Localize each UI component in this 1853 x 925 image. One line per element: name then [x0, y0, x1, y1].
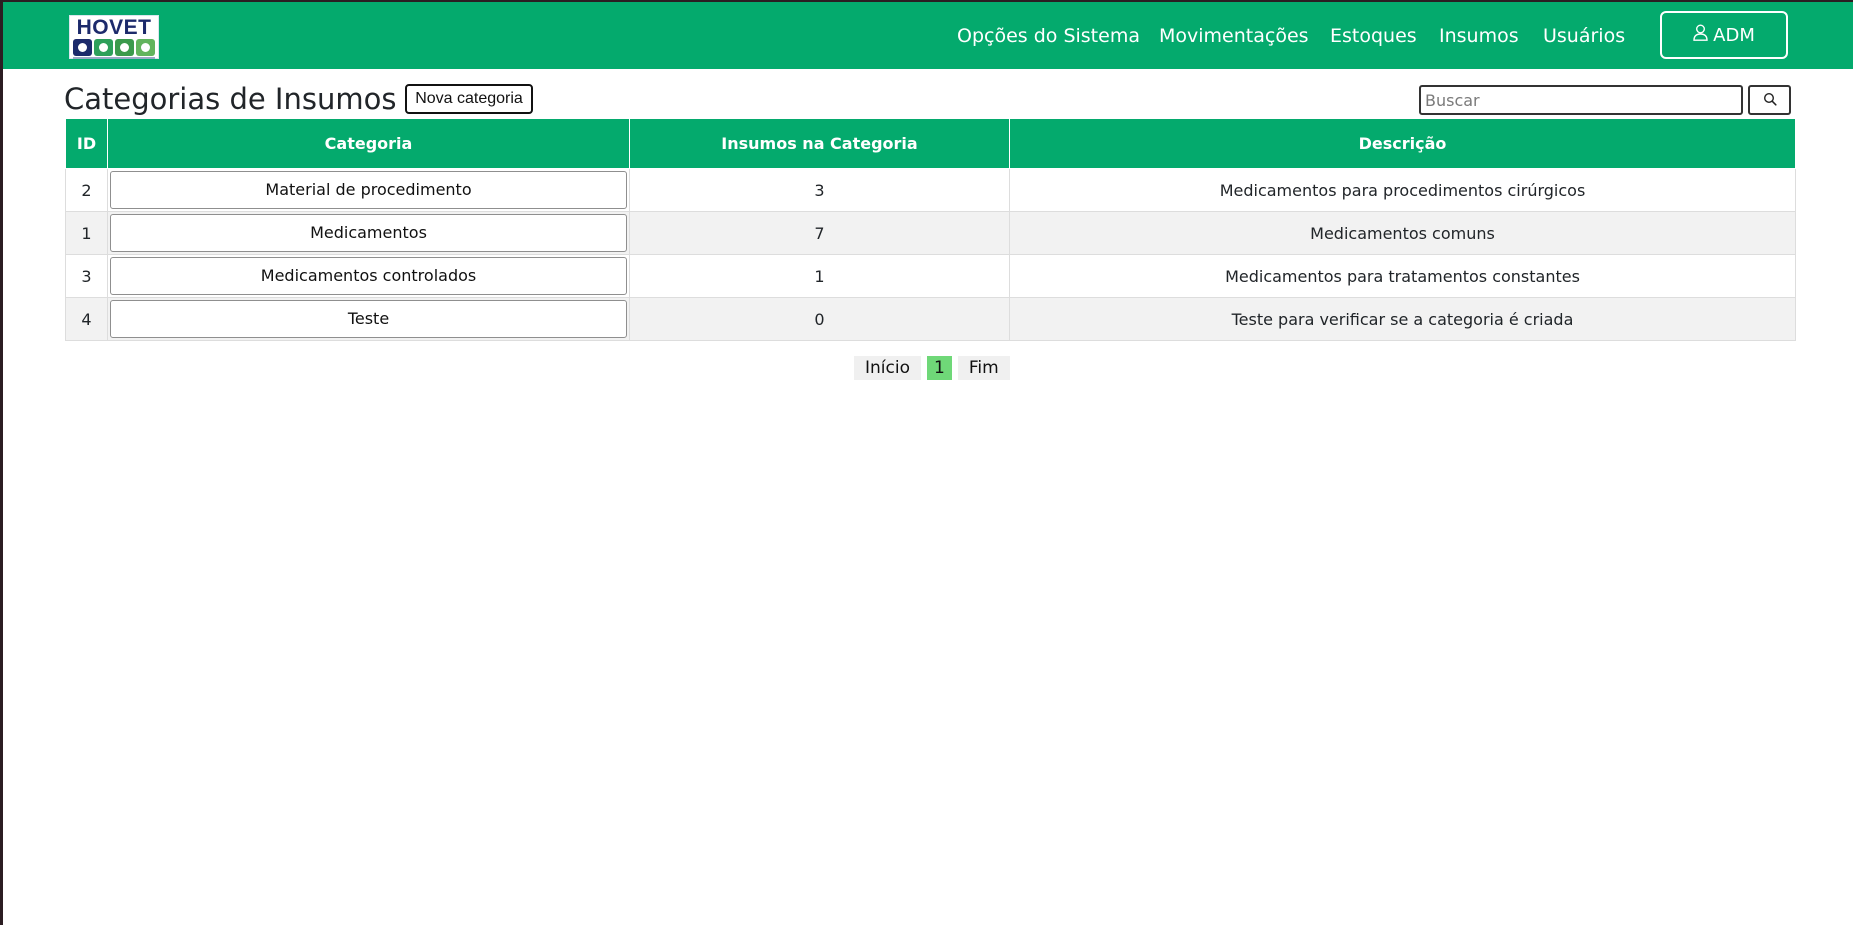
nav-item-estoques[interactable]: Estoques — [1330, 24, 1417, 48]
cell-insumos: 1 — [629, 254, 1010, 298]
user-icon — [1693, 24, 1708, 46]
logo-text: HOVET — [76, 16, 152, 39]
nav-item-usuarios[interactable]: Usuários — [1543, 24, 1625, 48]
logo-tile-cross — [115, 39, 134, 56]
table-row: 3 Medicamentos controlados 1 Medicamento… — [65, 254, 1796, 298]
cell-categoria: Medicamentos controlados — [107, 254, 630, 298]
search-input[interactable] — [1419, 85, 1743, 115]
column-header-categoria[interactable]: Categoria — [107, 118, 630, 169]
categories-table: ID Categoria Insumos na Categoria Descri… — [65, 118, 1796, 341]
column-header-descricao[interactable]: Descrição — [1009, 118, 1796, 169]
user-label: ADM — [1713, 24, 1755, 46]
new-category-button[interactable]: Nova categoria — [405, 84, 533, 114]
logo-subtitle-strip — [73, 57, 155, 59]
cell-insumos: 0 — [629, 297, 1010, 341]
cell-descricao: Medicamentos para tratamentos constantes — [1009, 254, 1796, 298]
cell-descricao: Medicamentos comuns — [1009, 211, 1796, 255]
cell-descricao: Teste para verificar se a categoria é cr… — [1009, 297, 1796, 341]
logo-tiles — [73, 39, 155, 56]
cell-id: 2 — [65, 168, 108, 212]
search-button[interactable] — [1748, 85, 1791, 115]
user-menu-button[interactable]: ADM — [1660, 11, 1788, 59]
pagination-last[interactable]: Fim — [957, 356, 1010, 380]
logo-tile-drop — [136, 39, 155, 56]
cell-categoria: Medicamentos — [107, 211, 630, 255]
column-header-id[interactable]: ID — [65, 118, 108, 169]
pagination: Início 1 Fim — [854, 356, 1010, 380]
search-icon — [1763, 91, 1777, 110]
category-button[interactable]: Material de procedimento — [110, 171, 627, 209]
column-header-insumos[interactable]: Insumos na Categoria — [629, 118, 1010, 169]
cell-insumos: 3 — [629, 168, 1010, 212]
cell-id: 3 — [65, 254, 108, 298]
category-button[interactable]: Medicamentos controlados — [110, 257, 627, 295]
category-button[interactable]: Medicamentos — [110, 214, 627, 252]
pagination-first[interactable]: Início — [854, 356, 921, 380]
cell-descricao: Medicamentos para procedimentos cirúrgic… — [1009, 168, 1796, 212]
cell-id: 4 — [65, 297, 108, 341]
cell-categoria: Teste — [107, 297, 630, 341]
table-row: 4 Teste 0 Teste para verificar se a cate… — [65, 297, 1796, 341]
top-navbar: HOVET Opções do Sistema Movimentações Es… — [3, 2, 1853, 69]
logo-tile-paw — [73, 39, 92, 56]
table-header-row: ID Categoria Insumos na Categoria Descri… — [65, 118, 1796, 169]
table-row: 1 Medicamentos 7 Medicamentos comuns — [65, 211, 1796, 255]
cell-id: 1 — [65, 211, 108, 255]
nav-item-opcoes-do-sistema[interactable]: Opções do Sistema — [957, 24, 1140, 48]
cell-categoria: Material de procedimento — [107, 168, 630, 212]
nav-item-movimentacoes[interactable]: Movimentações — [1159, 24, 1309, 48]
logo-tile-leaf — [94, 39, 113, 56]
table-row: 2 Material de procedimento 3 Medicamento… — [65, 168, 1796, 212]
page-title: Categorias de Insumos — [64, 82, 397, 116]
pagination-page-current[interactable]: 1 — [926, 356, 952, 380]
category-button[interactable]: Teste — [110, 300, 627, 338]
cell-insumos: 7 — [629, 211, 1010, 255]
hovet-logo[interactable]: HOVET — [69, 15, 159, 59]
nav-item-insumos[interactable]: Insumos — [1439, 24, 1519, 48]
